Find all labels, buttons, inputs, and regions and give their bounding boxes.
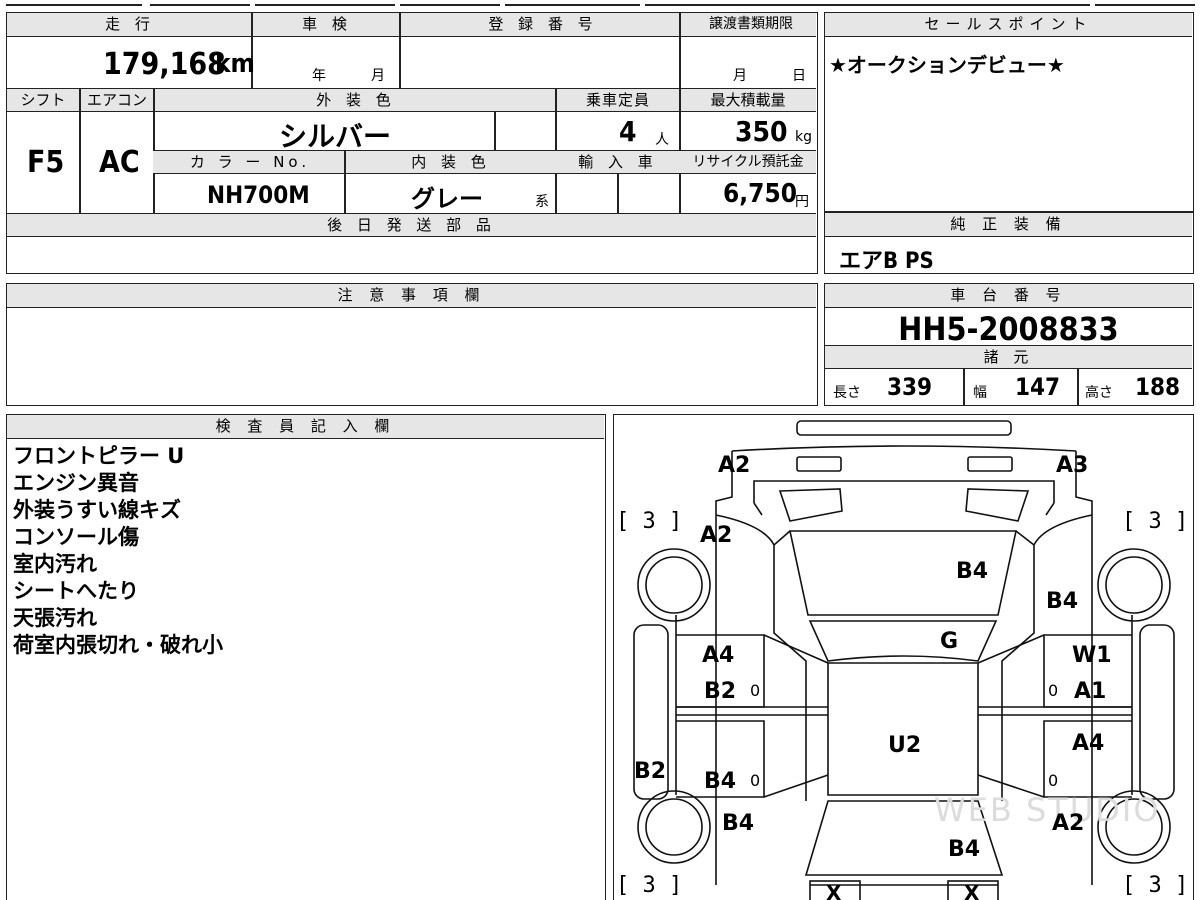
mileage-value: 179,168 xyxy=(103,47,226,82)
sales-point-label: セールスポイント xyxy=(825,13,1192,37)
color-no-label: カ ラ ー No. xyxy=(189,153,311,171)
genuine-equipment-text: エアB PS xyxy=(839,249,934,274)
capacity-label: 乗車定員 xyxy=(585,91,650,109)
note-line: シートへたり xyxy=(13,579,139,603)
mark-fender-right: B4 xyxy=(1046,589,1079,614)
shift-value: F5 xyxy=(27,145,65,180)
tire-front-right: [ 3 ] xyxy=(1122,509,1189,534)
mark-front-door-left-bottom: B2 xyxy=(704,679,737,704)
reg-no-label: 登 録 番 号 xyxy=(488,15,598,33)
ac-value: AC xyxy=(99,145,140,180)
genuine-equipment-label: 純 正 装 備 xyxy=(825,213,1192,237)
mark-rear-door-right: A4 xyxy=(1072,731,1105,756)
note-line: 室内汚れ xyxy=(13,552,97,576)
note-line: 外装うすい線キズ xyxy=(13,498,181,522)
width-value: 147 xyxy=(1015,373,1061,401)
transfer-day-label: 日 xyxy=(792,68,806,84)
exterior-color-label: 外 装 色 xyxy=(316,91,396,109)
ac-label: エアコン xyxy=(86,91,147,109)
note-line: 天張汚れ xyxy=(13,606,97,630)
mark-zero: 0 xyxy=(1048,681,1059,700)
top-strip xyxy=(0,0,1200,6)
color-no-value: NH700M xyxy=(207,181,310,209)
mark-zero: 0 xyxy=(750,681,761,700)
mark-fender-left: A2 xyxy=(700,523,733,548)
note-line: フロントピラー U xyxy=(13,444,185,468)
mark-x-left: X xyxy=(826,881,842,900)
caution-label: 注 意 事 項 欄 xyxy=(7,284,816,308)
transfer-month-label: 月 xyxy=(733,68,747,84)
note-line: 荷室内張切れ・破れ小 xyxy=(13,633,223,657)
mark-sill-left: B2 xyxy=(634,759,667,784)
mark-zero: 0 xyxy=(750,771,761,790)
shift-label: シフト xyxy=(20,91,66,109)
car-diagram-box: WEB STUDIO A2 A3 A2 B4 B4 G A4 B2 W1 A1 … xyxy=(613,414,1194,900)
mark-back-door: B4 xyxy=(948,837,981,862)
mark-quarter-right: A2 xyxy=(1052,811,1085,836)
width-label: 幅 xyxy=(973,385,987,401)
mark-bonnet: B4 xyxy=(956,559,989,584)
shaken-label: 車 検 xyxy=(302,15,352,33)
mark-windshield: G xyxy=(940,629,959,654)
max-load-label: 最大積載量 xyxy=(710,91,786,109)
length-label: 長さ xyxy=(833,385,861,401)
caution-box: 注 意 事 項 欄 xyxy=(6,283,818,406)
mark-roof: U2 xyxy=(888,733,922,758)
mileage-unit: km xyxy=(215,49,255,79)
note-line: コンソール傷 xyxy=(13,525,139,549)
max-load-unit: kg xyxy=(795,129,812,145)
interior-color-label: 内 装 色 xyxy=(411,153,491,171)
mark-front-right: A3 xyxy=(1056,453,1089,478)
height-label: 高さ xyxy=(1085,385,1113,401)
genuine-equipment-box: 純 正 装 備 エアB PS xyxy=(824,212,1194,274)
tire-front-left: [ 3 ] xyxy=(616,509,683,534)
chassis-value: HH5-2008833 xyxy=(898,310,1119,348)
capacity-unit: 人 xyxy=(655,132,669,148)
later-parts-label: 後 日 発 送 部 品 xyxy=(327,216,496,234)
sales-point-text: ★オークションデビュー★ xyxy=(829,53,1065,77)
inspector-label: 検 査 員 記 入 欄 xyxy=(7,415,604,439)
watermark: WEB STUDIO xyxy=(934,791,1161,829)
mark-quarter-left: B4 xyxy=(722,811,755,836)
import-label: 輸 入 車 xyxy=(578,153,658,171)
mark-front-door-right-bottom: A1 xyxy=(1074,679,1107,704)
length-value: 339 xyxy=(887,373,933,401)
interior-color-value: グレー xyxy=(411,185,483,213)
mileage-label: 走 行 xyxy=(105,15,155,33)
inspector-notes: フロントピラー U エンジン異音 外装うすい線キズ コンソール傷 室内汚れ シー… xyxy=(13,443,223,659)
interior-color-suffix: 系 xyxy=(535,194,549,210)
chassis-label: 車 台 番 号 xyxy=(825,284,1192,308)
dimensions-label: 諸 元 xyxy=(983,348,1034,366)
recycle-label: リサイクル預託金 xyxy=(692,154,804,170)
recycle-value: 6,750 xyxy=(723,179,797,209)
mark-x-right: X xyxy=(964,881,980,900)
shaken-month-label: 月 xyxy=(371,68,385,84)
chassis-box: 車 台 番 号 HH5-2008833 諸 元 長さ 339 幅 147 高さ … xyxy=(824,283,1194,406)
max-load-value: 350 xyxy=(735,115,788,148)
tire-rear-left: [ 3 ] xyxy=(616,873,683,898)
mark-front-left: A2 xyxy=(718,453,751,478)
capacity-value: 4 xyxy=(619,115,637,148)
note-line: エンジン異音 xyxy=(13,471,139,495)
mark-front-door-right-top: W1 xyxy=(1072,643,1112,668)
tire-rear-right: [ 3 ] xyxy=(1122,873,1189,898)
shaken-year-label: 年 xyxy=(312,68,326,84)
recycle-unit: 円 xyxy=(795,194,809,210)
height-value: 188 xyxy=(1135,373,1181,401)
mark-zero: 0 xyxy=(1048,771,1059,790)
sales-point-box: セールスポイント ★オークションデビュー★ xyxy=(824,12,1194,212)
vehicle-info-table: 走 行 車 検 登 録 番 号 譲渡書類期限 179,168 km 年 月 月 … xyxy=(6,12,818,274)
exterior-color-value: シルバー xyxy=(279,120,392,153)
mark-front-door-left-top: A4 xyxy=(702,643,735,668)
mark-rear-door-left: B4 xyxy=(704,769,737,794)
inspector-box: 検 査 員 記 入 欄 フロントピラー U エンジン異音 外装うすい線キズ コン… xyxy=(6,414,606,900)
transfer-deadline-label: 譲渡書類期限 xyxy=(709,16,793,32)
